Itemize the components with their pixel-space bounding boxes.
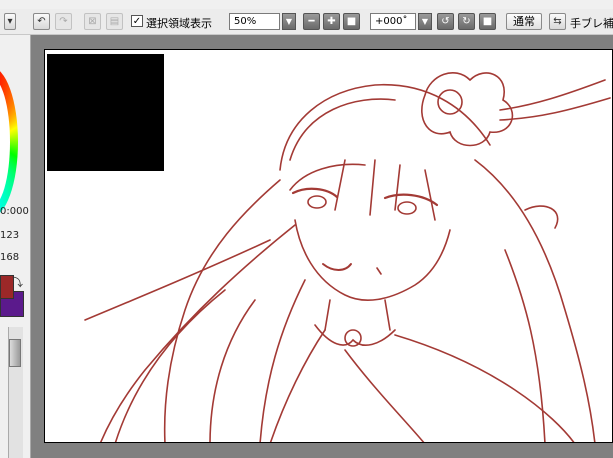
face-jaw-stroke <box>294 219 451 301</box>
left-hair-stroke-1 <box>163 179 281 442</box>
zoom-dropdown-button[interactable]: ▼ <box>282 13 296 30</box>
zoom-reset-button[interactable]: ■ <box>343 13 360 30</box>
bangs-strand-4 <box>424 169 436 221</box>
bangs-strand-3 <box>394 164 401 211</box>
plus-icon: ✚ <box>327 16 336 27</box>
blend-mode-button[interactable]: 通常 <box>506 13 542 30</box>
sketch-layer <box>84 71 611 442</box>
deselect-icon: ⊠ <box>88 16 97 27</box>
show-selection-checkbox[interactable]: ✓ <box>131 15 143 27</box>
invert-selection-icon: ▤ <box>109 16 120 27</box>
rotate-right-icon: ↻ <box>462 16 471 27</box>
undo-button[interactable]: ↶ <box>33 13 50 30</box>
left-panel: 0:000 123 168 ⤵ <box>0 35 31 458</box>
neck-right-stroke <box>384 299 391 331</box>
chevron-down-icon: ▼ <box>285 17 293 26</box>
bangs-strand-1 <box>334 159 346 211</box>
square-icon: ■ <box>346 16 357 27</box>
flip-horizontal-button[interactable]: ⇆ <box>549 13 566 30</box>
chevron-down-icon: ▾ <box>7 16 13 27</box>
flower-petals <box>421 71 514 147</box>
flip-icon: ⇆ <box>553 16 562 27</box>
tool-scrollbar-thumb[interactable] <box>9 339 21 367</box>
redo-button[interactable]: ↷ <box>55 13 72 30</box>
invert-selection-button[interactable]: ▤ <box>106 13 123 30</box>
dress-fold-stroke <box>344 349 425 442</box>
toolbar-menu-button[interactable]: ▾ <box>4 13 16 30</box>
right-eye <box>397 201 417 215</box>
mouth-stroke <box>322 263 352 271</box>
toolbar: ▾ ↶ ↷ ⊠ ▤ ✓ 選択領域表示 50% ▼ ━ ✚ ■ +000˚ ▼ ↺… <box>0 9 613 35</box>
rotation-dropdown-button[interactable]: ▼ <box>418 13 432 30</box>
right-hair-stroke <box>474 159 596 442</box>
left-hair-stroke-4 <box>209 299 256 442</box>
collar-stroke <box>314 324 396 346</box>
zoom-out-button[interactable]: ━ <box>303 13 320 30</box>
swap-colors-icon[interactable]: ⤵ <box>12 274 23 290</box>
square-icon: ■ <box>482 16 493 27</box>
show-selection-label: 選択領域表示 <box>146 17 212 30</box>
color-value-0: 0:000 <box>0 206 29 217</box>
character-sketch <box>84 71 611 442</box>
left-hair-stroke-3 <box>84 239 271 321</box>
zoom-in-button[interactable]: ✚ <box>323 13 340 30</box>
rotate-left-button[interactable]: ↺ <box>437 13 454 30</box>
menu-bar <box>0 0 613 9</box>
bangs-stroke <box>289 163 366 191</box>
color-value-2: 168 <box>0 252 20 263</box>
bangs-strand-2 <box>369 159 376 216</box>
left-hair-stroke-2 <box>99 224 296 442</box>
chevron-down-icon: ▼ <box>421 17 429 26</box>
right-hair-stroke-2 <box>504 249 546 442</box>
rotation-combo[interactable]: +000˚ <box>370 13 416 30</box>
stabilizer-label: 手ブレ補 <box>570 17 613 30</box>
right-shoulder-stroke <box>394 334 575 442</box>
hair-ornament-stroke-2 <box>499 97 611 121</box>
hair-top-stroke <box>289 98 396 161</box>
rotate-left-icon: ↺ <box>441 16 450 27</box>
nose-cheek-stroke <box>376 267 382 275</box>
head-outline-stroke <box>279 83 491 171</box>
zoom-combo[interactable]: 50% <box>229 13 280 30</box>
left-eye <box>307 195 327 209</box>
deselect-button[interactable]: ⊠ <box>84 13 101 30</box>
undo-icon: ↶ <box>37 16 46 27</box>
rotation-reset-button[interactable]: ■ <box>479 13 496 30</box>
minus-icon: ━ <box>308 16 315 27</box>
drawing-canvas[interactable] <box>44 49 613 443</box>
flower-center <box>437 89 463 115</box>
redo-icon: ↷ <box>59 16 68 27</box>
rotate-right-button[interactable]: ↻ <box>458 13 475 30</box>
color-value-1: 123 <box>0 230 20 241</box>
left-hair-stroke-5 <box>259 279 306 442</box>
neck-left-stroke <box>324 299 331 331</box>
hair-ornament-stroke <box>499 79 606 111</box>
